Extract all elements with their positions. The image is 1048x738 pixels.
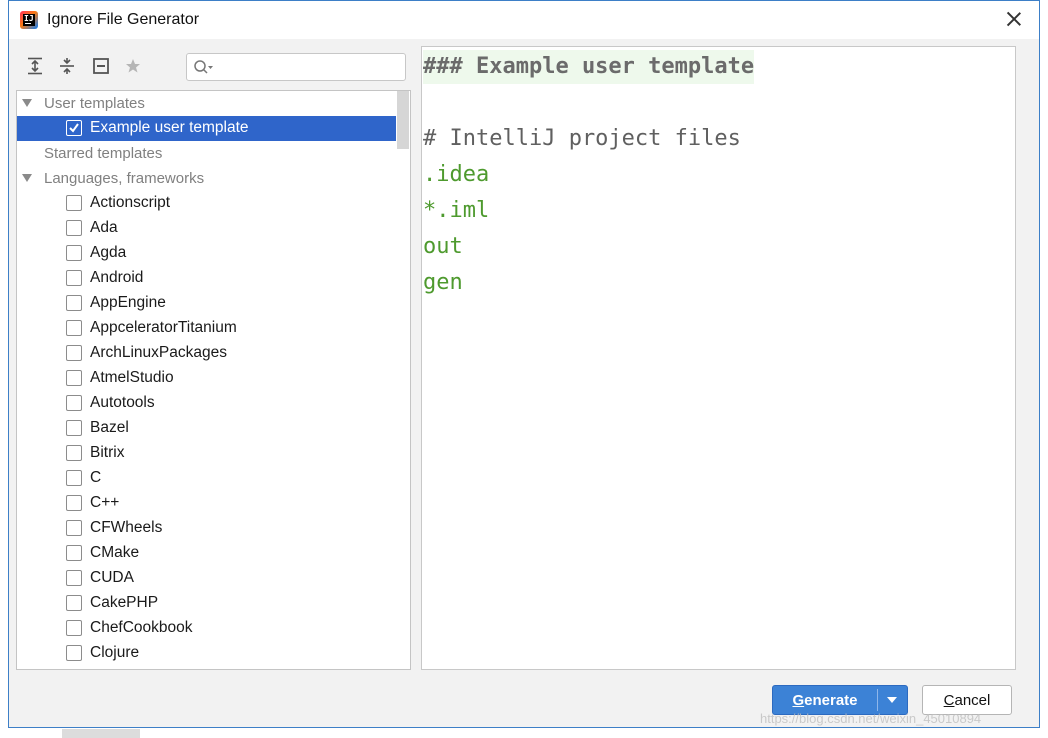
template-checkbox[interactable] bbox=[66, 395, 82, 411]
template-checkbox[interactable] bbox=[66, 295, 82, 311]
split-separator bbox=[877, 689, 878, 711]
tree-item-row[interactable]: ChefCookbook bbox=[17, 616, 396, 641]
cancel-label-rest: ancel bbox=[954, 692, 991, 709]
template-checkbox[interactable] bbox=[66, 270, 82, 286]
template-label: ChefCookbook bbox=[90, 619, 193, 636]
template-checkbox[interactable] bbox=[66, 220, 82, 236]
close-icon[interactable] bbox=[1003, 8, 1025, 30]
template-checkbox[interactable] bbox=[66, 320, 82, 336]
intellij-idea-icon: IJ bbox=[20, 11, 38, 29]
tree-item-row[interactable]: Ada bbox=[17, 216, 396, 241]
template-checkbox[interactable] bbox=[66, 245, 82, 261]
template-checkbox[interactable] bbox=[66, 420, 82, 436]
title-bar: IJ Ignore File Generator bbox=[9, 1, 1039, 39]
search-input[interactable] bbox=[186, 53, 406, 81]
generate-button-label: Generate bbox=[773, 692, 877, 709]
template-label: C++ bbox=[90, 494, 120, 511]
editor-line: .idea bbox=[423, 162, 490, 187]
template-label: CakePHP bbox=[90, 594, 159, 611]
template-preview-editor[interactable]: ### Example user template # IntelliJ proj… bbox=[421, 46, 1016, 670]
tree-group-label: User templates bbox=[44, 95, 145, 112]
template-label: CMake bbox=[90, 544, 140, 561]
template-checkbox[interactable] bbox=[66, 195, 82, 211]
tree-item-row[interactable]: ArchLinuxPackages bbox=[17, 341, 396, 366]
editor-line: # IntelliJ project files bbox=[423, 126, 741, 151]
tree-item-row[interactable]: Agda bbox=[17, 241, 396, 266]
deselect-all-icon[interactable] bbox=[90, 52, 114, 80]
template-label: ArchLinuxPackages bbox=[90, 344, 227, 361]
template-label: AppceleratorTitanium bbox=[90, 319, 237, 336]
dialog-title: Ignore File Generator bbox=[47, 11, 200, 28]
expand-all-icon[interactable] bbox=[24, 52, 48, 80]
tree-group-row[interactable]: User templates bbox=[17, 91, 396, 116]
template-checkbox[interactable] bbox=[66, 545, 82, 561]
template-tree[interactable]: User templates Example user template Starr… bbox=[16, 90, 411, 670]
chevron-down-icon[interactable] bbox=[887, 697, 897, 703]
tree-item-row[interactable]: Android bbox=[17, 266, 396, 291]
tree-group-label: Starred templates bbox=[44, 145, 163, 162]
tree-item-row[interactable]: CUDA bbox=[17, 566, 396, 591]
editor-line: gen bbox=[423, 270, 463, 295]
tree-group-label: Languages, frameworks bbox=[44, 170, 205, 187]
template-checkbox[interactable] bbox=[66, 445, 82, 461]
tree-group-row[interactable]: Languages, frameworks bbox=[17, 166, 396, 191]
template-label: Agda bbox=[90, 244, 127, 261]
template-label: Autotools bbox=[90, 394, 155, 411]
collapse-all-icon[interactable] bbox=[56, 52, 80, 80]
tree-item-row[interactable]: Bazel bbox=[17, 416, 396, 441]
tree-item-row[interactable]: Actionscript bbox=[17, 191, 396, 216]
tree-item-row[interactable]: CakePHP bbox=[17, 591, 396, 616]
template-checkbox[interactable] bbox=[66, 620, 82, 636]
tree-item-row[interactable]: Autotools bbox=[17, 391, 396, 416]
expand-arrow-icon[interactable] bbox=[22, 174, 32, 182]
watermark: https://blog.csdn.net/weixin_45010894 bbox=[760, 711, 982, 726]
tree-scrollbar[interactable] bbox=[397, 91, 409, 149]
tree-item-row[interactable]: Bitrix bbox=[17, 441, 396, 466]
generate-mnemonic: G bbox=[792, 692, 805, 709]
template-label: Ada bbox=[90, 219, 118, 236]
template-checkbox[interactable] bbox=[66, 595, 82, 611]
star-icon[interactable] bbox=[122, 52, 146, 80]
template-label: Example user template bbox=[90, 119, 249, 136]
editor-line: ### Example user template bbox=[423, 50, 755, 84]
template-label: CFWheels bbox=[90, 519, 163, 536]
tree-item-row[interactable]: C++ bbox=[17, 491, 396, 516]
generate-label-rest: enerate bbox=[804, 692, 858, 709]
cancel-mnemonic: C bbox=[943, 692, 955, 709]
template-label: Android bbox=[90, 269, 144, 286]
template-checkbox[interactable] bbox=[66, 370, 82, 386]
tree-item-row[interactable]: AppceleratorTitanium bbox=[17, 316, 396, 341]
editor-line: *.iml bbox=[423, 198, 490, 223]
tree-group-row[interactable]: Starred templates bbox=[17, 141, 396, 166]
template-checkbox[interactable] bbox=[66, 495, 82, 511]
template-checkbox[interactable] bbox=[66, 120, 82, 136]
template-label: CUDA bbox=[90, 569, 134, 586]
template-label: Bitrix bbox=[90, 444, 125, 461]
tree-item-row[interactable]: CMake bbox=[17, 541, 396, 566]
template-checkbox[interactable] bbox=[66, 570, 82, 586]
background-strip bbox=[62, 729, 140, 738]
template-label: AppEngine bbox=[90, 294, 166, 311]
tree-item-row[interactable]: AppEngine bbox=[17, 291, 396, 316]
template-checkbox[interactable] bbox=[66, 520, 82, 536]
template-checkbox[interactable] bbox=[66, 345, 82, 361]
search-icon bbox=[194, 60, 213, 74]
tree-item-row[interactable]: Clojure bbox=[17, 641, 396, 666]
template-label: Clojure bbox=[90, 644, 140, 661]
template-checkbox[interactable] bbox=[66, 645, 82, 661]
expand-arrow-icon[interactable] bbox=[22, 99, 32, 107]
cancel-button-label: Cancel bbox=[923, 692, 1011, 709]
template-label: C bbox=[90, 469, 102, 486]
editor-line: out bbox=[423, 234, 463, 259]
template-label: Actionscript bbox=[90, 194, 171, 211]
template-label: AtmelStudio bbox=[90, 369, 174, 386]
tree-item-row[interactable]: C bbox=[17, 466, 396, 491]
template-label: Bazel bbox=[90, 419, 129, 436]
tree-item-row[interactable]: Example user template bbox=[17, 116, 396, 141]
template-checkbox[interactable] bbox=[66, 470, 82, 486]
tree-item-row[interactable]: AtmelStudio bbox=[17, 366, 396, 391]
tree-item-row[interactable]: CFWheels bbox=[17, 516, 396, 541]
